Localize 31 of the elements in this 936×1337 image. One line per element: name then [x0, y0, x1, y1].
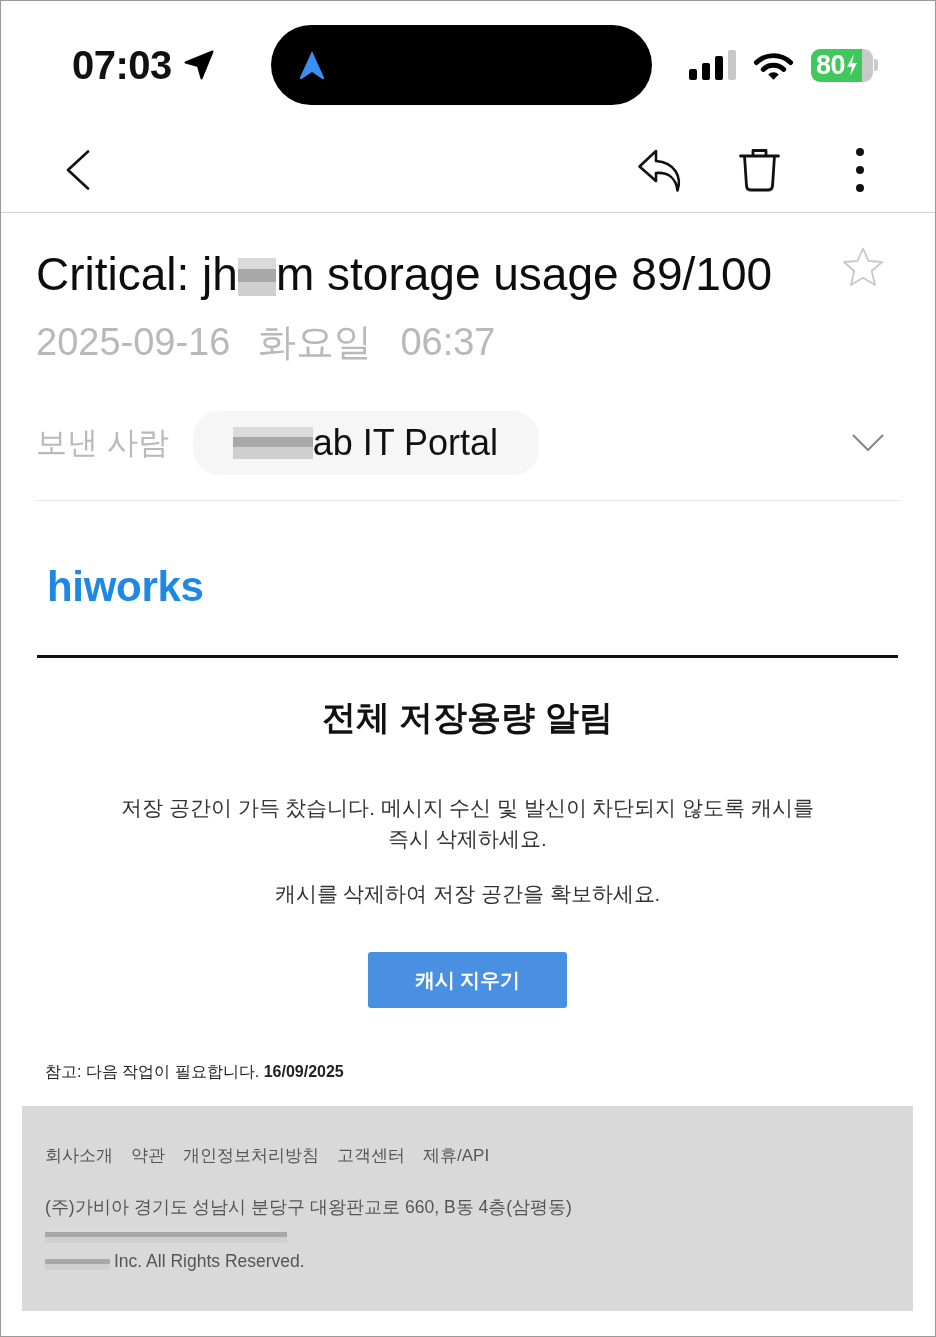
redacted-block	[237, 258, 276, 296]
navigation-arrow-icon	[299, 50, 325, 80]
sender-chip[interactable]: ab IT Portal	[192, 411, 540, 475]
email-subject-text: Critical: jh	[36, 248, 238, 300]
body-paragraph: 캐시를 삭제하여 저장 공간을 확보하세요.	[274, 881, 661, 907]
status-time: 07:03	[72, 42, 172, 88]
note-text: 참고: 다음 작업이 필요합니다. 16/09/2025	[45, 1062, 344, 1082]
date-text: 2025-09-16	[36, 320, 231, 364]
hiworks-logo: hiworks	[47, 562, 204, 612]
weekday-text: 화요일	[258, 320, 373, 364]
footer-link[interactable]: 약관	[131, 1145, 165, 1167]
location-arrow-icon	[183, 50, 214, 80]
email-subject-text: m storage usage 89/100	[275, 248, 773, 300]
star-icon[interactable]	[842, 247, 884, 287]
footer-text: Inc. All Rights Reserved.	[114, 1250, 305, 1273]
sender-label: 보낸 사람	[36, 424, 169, 462]
trash-icon	[739, 147, 780, 192]
more-vertical-icon	[855, 146, 865, 193]
body-paragraph: 저장 공간이 가득 찼습니다. 메시지 수신 및 발신이 차단되지 않도록 캐시를 즉시 삭제하세요.	[120, 795, 815, 852]
cellular-signal-icon	[689, 50, 737, 80]
chevron-left-icon	[66, 149, 90, 190]
email-heading: 전체 저장용량 알림	[322, 697, 613, 737]
chevron-down-icon[interactable]	[852, 434, 884, 452]
footer-link[interactable]: 회사소개	[45, 1145, 113, 1167]
time-text: 06:37	[400, 320, 496, 364]
footer-link[interactable]: 개인정보처리방침	[183, 1145, 319, 1167]
clear-cache-button[interactable]: 캐시 지우기	[368, 952, 567, 1008]
footer-link[interactable]: 고객센터	[337, 1145, 405, 1167]
battery-percentage: 80	[816, 50, 846, 80]
footer-link[interactable]: 제휴/API	[423, 1145, 490, 1167]
footer-text: (주)가비아 경기도 성남시 분당구 대왕판교로 660, B동 4층(삼평동)	[45, 1196, 572, 1219]
